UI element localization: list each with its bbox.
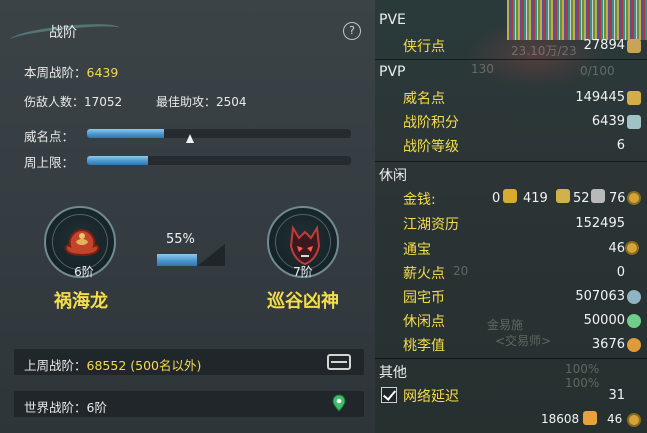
fame-progress-bar bbox=[87, 129, 351, 138]
rank-progress-fill bbox=[157, 254, 197, 266]
leisure-row-label-4: 休闲点 bbox=[403, 314, 445, 330]
pvp-row-value-1: 6439 bbox=[591, 114, 625, 129]
next-rank-name: 巡谷凶神 bbox=[267, 291, 339, 312]
peach-icon bbox=[627, 338, 641, 352]
best-assist-row: 最佳助攻：2504 bbox=[156, 93, 247, 110]
weekly-rank-value: 6439 bbox=[86, 65, 119, 80]
last-week-label: 上周战阶： bbox=[24, 358, 87, 373]
injured-count-value: 17052 bbox=[84, 95, 123, 109]
pve-row-label: 侠行点 bbox=[403, 39, 445, 55]
pvp-row-label-1: 战阶积分 bbox=[403, 115, 459, 131]
money-iron-value: 76 bbox=[609, 191, 626, 206]
pve-header: PVE bbox=[379, 12, 406, 28]
help-button[interactable]: ? bbox=[343, 22, 361, 40]
injured-count-row: 伤敌人数：17052 bbox=[24, 93, 122, 110]
world-rank-row: 世界战阶：6阶 bbox=[24, 397, 107, 416]
leisure-row-value-5: 3676 bbox=[591, 337, 625, 352]
next-rank-tier: 7阶 bbox=[293, 265, 313, 279]
money-gold-value: 0 bbox=[492, 191, 501, 206]
leisure-header: 休闲 bbox=[379, 168, 407, 184]
leisure-row-label-2: 薪火点 bbox=[403, 266, 445, 282]
faint-bg-text-a: 23.10万/23 bbox=[511, 44, 577, 58]
rank-progress-bar bbox=[157, 254, 197, 266]
leisure-row-value-4: 50000 bbox=[583, 313, 625, 328]
gold-ingot-icon bbox=[503, 189, 517, 203]
other-header: 其他 bbox=[379, 365, 407, 381]
footer-item-icon bbox=[583, 411, 597, 425]
leisure-row-label-0: 江湖资历 bbox=[403, 217, 459, 233]
injured-count-label: 伤敌人数： bbox=[24, 95, 85, 109]
fame-label: 威名点： bbox=[24, 129, 75, 144]
network-delay-label: 网络延迟 bbox=[403, 389, 459, 405]
pvp-row-label-0: 威名点 bbox=[403, 91, 445, 107]
chest-icon[interactable] bbox=[327, 354, 351, 370]
faint-bg-text-g: 100% bbox=[565, 362, 600, 376]
rank-score-icon bbox=[627, 115, 641, 129]
faint-bg-text-c: 0/100 bbox=[580, 64, 615, 78]
footer-right-value: 46 bbox=[607, 412, 623, 426]
map-pin-icon[interactable] bbox=[332, 394, 346, 412]
fame-token-icon bbox=[627, 91, 641, 105]
money-silver-value: 419 bbox=[523, 191, 548, 206]
leisure-row-value-3: 507063 bbox=[575, 289, 625, 304]
pvp-row-value-0: 149445 bbox=[575, 90, 625, 105]
coin-icon bbox=[627, 191, 641, 205]
network-delay-checkbox[interactable] bbox=[381, 387, 397, 403]
leisure-row-value-2: 0 bbox=[616, 265, 625, 280]
currency-panel: 23.10万/23 130 0/100 20 金易施 <交易师> 100% 10… bbox=[375, 0, 647, 433]
pve-row-value: 27894 bbox=[583, 38, 625, 53]
leisure-point-icon bbox=[627, 314, 641, 328]
footer-left-value: 18608 bbox=[541, 412, 580, 426]
leisure-row-label-1: 通宝 bbox=[403, 242, 431, 258]
last-week-row: 上周战阶：68552 (500名以外) bbox=[24, 355, 201, 374]
pvp-row-label-2: 战阶等级 bbox=[403, 139, 459, 155]
footer-coin-icon bbox=[627, 413, 641, 427]
leisure-row-label-3: 园宅币 bbox=[403, 290, 445, 306]
weekly-rank-row: 本周战阶：6439 bbox=[24, 62, 118, 81]
faint-bg-text-e: 金易施 bbox=[487, 318, 524, 332]
panel-header: 战阶 ? bbox=[0, 0, 375, 50]
faint-bg-text-f: <交易师> bbox=[495, 334, 552, 348]
current-rank-tier: 6阶 bbox=[74, 265, 94, 279]
weekly-rank-label: 本周战阶： bbox=[24, 65, 87, 80]
pvp-row-value-2: 6 bbox=[616, 138, 625, 153]
world-rank-value: 6阶 bbox=[86, 400, 107, 415]
pvp-header: PVP bbox=[379, 64, 406, 80]
money-label: 金钱: bbox=[403, 192, 436, 208]
best-assist-value: 2504 bbox=[216, 95, 247, 109]
leisure-row-value-1: 46 bbox=[608, 241, 625, 256]
leisure-row-label-5: 桃李值 bbox=[403, 338, 445, 354]
current-rank-name: 祸海龙 bbox=[54, 291, 108, 312]
corrupted-header-strip bbox=[507, 0, 647, 40]
weekly-cap-progress-fill bbox=[87, 156, 148, 165]
rank-progress-percent: 55% bbox=[166, 232, 195, 247]
weekly-cap-progress-bar bbox=[87, 156, 351, 165]
battle-rank-panel: 战阶 ? 本周战阶：6439 伤敌人数：17052 最佳助攻：2504 威名点：… bbox=[0, 0, 375, 433]
fame-progress-fill bbox=[87, 129, 164, 138]
network-delay-value: 31 bbox=[608, 388, 625, 403]
faint-bg-text-d: 20 bbox=[453, 264, 469, 278]
rank-progress-arrow bbox=[197, 244, 225, 266]
world-rank-label: 世界战阶： bbox=[24, 400, 87, 415]
weekly-cap-label: 周上限： bbox=[24, 155, 75, 170]
best-assist-label: 最佳助攻： bbox=[156, 95, 217, 109]
copper-ingot-icon bbox=[591, 189, 605, 203]
money-copper-value: 52 bbox=[573, 191, 590, 206]
faint-bg-text-h: 100% bbox=[565, 376, 600, 390]
silver-ingot-icon bbox=[556, 189, 570, 203]
tongbao-coin-icon bbox=[625, 241, 639, 255]
estate-coin-icon bbox=[627, 290, 641, 304]
faint-bg-text-b: 130 bbox=[471, 62, 494, 76]
last-week-value: 68552 (500名以外) bbox=[86, 358, 202, 373]
panel-title: 战阶 bbox=[49, 25, 77, 41]
weekly-cap-marker bbox=[186, 134, 194, 143]
sword-icon bbox=[627, 39, 641, 53]
leisure-row-value-0: 152495 bbox=[575, 216, 625, 231]
